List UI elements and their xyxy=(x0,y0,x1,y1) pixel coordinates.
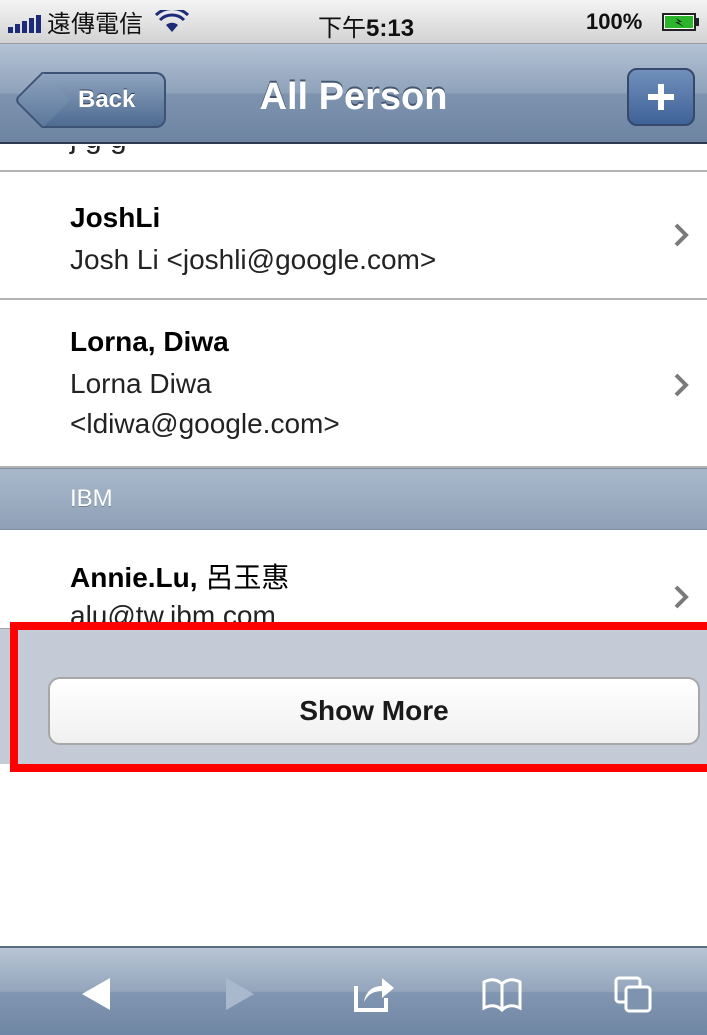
clock-prefix: 下午 xyxy=(318,14,366,42)
signal-icon xyxy=(8,11,41,33)
person-name: JoshLi xyxy=(70,202,161,233)
person-email: Josh Li <joshli@google.com> xyxy=(70,244,437,275)
person-email: <ldiwa@google.com> xyxy=(70,408,340,439)
bookmarks-icon[interactable] xyxy=(480,974,524,1014)
status-bar: 遠傳電信 下午5:13 100% xyxy=(0,0,707,44)
person-email: alu@tw.ibm.com xyxy=(70,600,276,630)
show-more-button[interactable]: Show More xyxy=(48,677,700,745)
person-name: Lorna, Diwa xyxy=(70,326,229,357)
chevron-right-icon xyxy=(674,223,689,247)
battery-percentage: 100% xyxy=(586,9,643,34)
section-header-ibm: IBM xyxy=(0,468,707,530)
battery-icon xyxy=(662,13,699,31)
person-name: Annie.Lu, 呂玉惠 xyxy=(70,556,289,596)
list-item-joshli[interactable]: JoshLi Josh Li <joshli@google.com> xyxy=(0,172,707,300)
wifi-icon xyxy=(155,9,189,32)
add-person-button[interactable] xyxy=(627,68,695,126)
list-item-lorna-diwa[interactable]: Lorna, Diwa Lorna Diwa <ldiwa@google.com… xyxy=(0,300,707,468)
back-arrow-icon[interactable] xyxy=(76,974,120,1014)
list-item-annie-lu[interactable]: Annie.Lu, 呂玉惠 alu@tw.ibm.com xyxy=(0,530,707,630)
carrier-name: 遠傳電信 xyxy=(47,10,143,38)
share-icon[interactable] xyxy=(352,974,396,1014)
browser-toolbar xyxy=(0,946,707,1035)
forward-arrow-icon[interactable] xyxy=(216,974,260,1014)
person-name-latin: Annie.Lu, xyxy=(70,562,198,593)
plus-icon xyxy=(648,84,674,110)
pages-icon[interactable] xyxy=(612,974,656,1014)
chevron-right-icon xyxy=(674,585,689,609)
clock-time: 5:13 xyxy=(366,15,415,42)
person-list: j g g JoshLi Josh Li <joshli@google.com>… xyxy=(0,146,707,768)
chevron-right-icon xyxy=(674,373,689,397)
list-item-partial[interactable]: j g g xyxy=(0,146,707,172)
person-display-name: Lorna Diwa xyxy=(70,368,212,399)
show-more-bar: Show More xyxy=(0,628,707,764)
navigation-bar: Back All Person xyxy=(0,44,707,144)
person-name-chinese: 呂玉惠 xyxy=(205,561,290,594)
partial-row-text: j g g xyxy=(70,146,127,156)
page-title: All Person xyxy=(259,76,448,118)
clock: 下午5:13 xyxy=(318,8,414,43)
